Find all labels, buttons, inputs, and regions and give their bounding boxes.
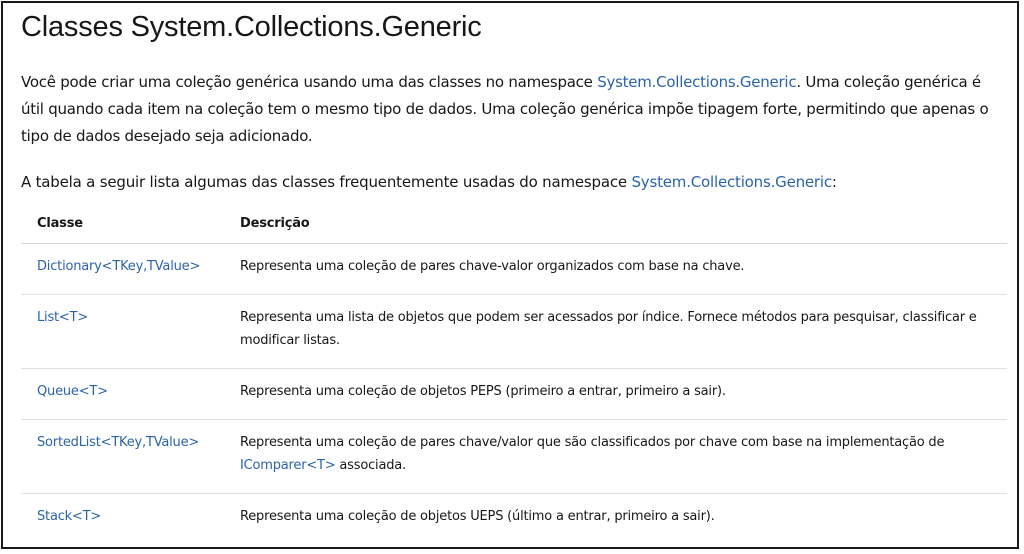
page-title: Classes System.Collections.Generic bbox=[21, 11, 482, 43]
table-row: List<T> Representa uma lista de objetos … bbox=[21, 294, 1007, 369]
table-row: Stack<T> Representa uma coleção de objet… bbox=[21, 494, 1007, 549]
document-frame: Classes System.Collections.Generic Você … bbox=[1, 1, 1019, 549]
description-cell: Representa uma coleção de pares chave/va… bbox=[224, 419, 1007, 494]
class-cell: Queue<T> bbox=[21, 368, 224, 420]
table-intro-text-end: : bbox=[831, 173, 837, 191]
description-cell: Representa uma coleção de objetos UEPS (… bbox=[240, 509, 715, 524]
classes-table: Classe Descrição Dictionary<TKey,TValue>… bbox=[21, 203, 1007, 548]
class-cell: SortedList<TKey,TValue> bbox=[21, 419, 224, 494]
class-link-list[interactable]: List<T> bbox=[37, 310, 88, 325]
table-intro-text-start: A tabela a seguir lista algumas das clas… bbox=[21, 173, 632, 191]
namespace-link-intro[interactable]: System.Collections.Generic bbox=[597, 73, 796, 91]
class-link-dictionary[interactable]: Dictionary<TKey,TValue> bbox=[37, 259, 200, 274]
class-cell: Dictionary<TKey,TValue> bbox=[21, 243, 224, 295]
class-link-stack[interactable]: Stack<T> bbox=[37, 509, 101, 524]
table-row: Queue<T> Representa uma coleção de objet… bbox=[21, 368, 1007, 420]
namespace-link-table-intro[interactable]: System.Collections.Generic bbox=[631, 173, 832, 191]
intro-text-start: Você pode criar uma coleção genérica usa… bbox=[21, 73, 598, 91]
column-header-description: Descrição bbox=[224, 203, 1007, 244]
class-link-sortedlist[interactable]: SortedList<TKey,TValue> bbox=[37, 435, 199, 450]
table-row: Dictionary<TKey,TValue> Representa uma c… bbox=[21, 243, 1007, 295]
description-text-start: Representa uma coleção de pares chave/va… bbox=[240, 435, 945, 450]
class-link-queue[interactable]: Queue<T> bbox=[37, 384, 108, 399]
description-cell: Representa uma lista de objetos que pode… bbox=[224, 294, 1007, 369]
class-cell: Stack<T> bbox=[21, 494, 224, 549]
description-cell: Representa uma coleção de objetos PEPS (… bbox=[224, 368, 1007, 420]
table-row: SortedList<TKey,TValue> Representa uma c… bbox=[21, 419, 1007, 494]
intro-paragraph: Você pode criar uma coleção genérica usa… bbox=[21, 69, 1007, 150]
icomparer-link[interactable]: IComparer<T> bbox=[240, 458, 336, 473]
class-cell: List<T> bbox=[21, 294, 224, 369]
description-cell: Representa uma coleção de pares chave-va… bbox=[224, 243, 1007, 295]
table-header-row: Classe Descrição bbox=[21, 203, 1007, 244]
column-header-class: Classe bbox=[21, 203, 224, 244]
table-intro-paragraph: A tabela a seguir lista algumas das clas… bbox=[21, 169, 1007, 196]
description-text-end: associada. bbox=[335, 458, 406, 473]
